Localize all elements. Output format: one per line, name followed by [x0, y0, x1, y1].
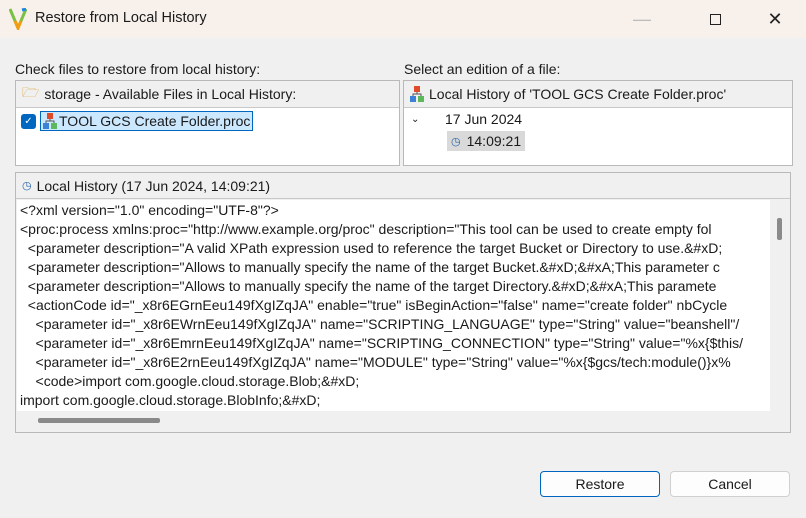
code-line: <parameter id="_x8r6EmrnEeu149fXgIZqJA" …: [20, 335, 744, 351]
horizontal-scrollbar[interactable]: [17, 412, 770, 430]
restore-button[interactable]: Restore: [540, 471, 660, 497]
editions-tree-header-label: Local History of 'TOOL GCS Create Folder…: [429, 86, 727, 102]
maximize-icon: [709, 13, 721, 25]
process-file-icon: [410, 86, 424, 102]
close-button[interactable]: ✕: [752, 0, 798, 38]
code-line: <actionCode id="_x8r6EGrnEeu149fXgIZqJA"…: [20, 297, 728, 313]
horizontal-scroll-thumb[interactable]: [38, 418, 160, 423]
clock-icon: ◷: [451, 135, 461, 148]
files-tree-header: 🗁 storage - Available Files in Local His…: [16, 81, 399, 108]
folder-open-icon: 🗁: [22, 84, 40, 100]
files-tree-header-label: storage - Available Files in Local Histo…: [44, 86, 297, 102]
file-item[interactable]: ✓ TOOL GCS Create Folder.proc: [21, 111, 254, 131]
date-label: 17 Jun 2024: [445, 111, 523, 127]
files-label: Check files to restore from local histor…: [15, 61, 261, 77]
preview-panel: ◷ Local History (17 Jun 2024, 14:09:21) …: [15, 172, 791, 433]
preview-header: ◷ Local History (17 Jun 2024, 14:09:21): [16, 173, 790, 199]
process-file-icon: [43, 113, 57, 129]
edition-time: 14:09:21: [466, 133, 522, 149]
minimize-button[interactable]: —: [619, 0, 665, 38]
code-line: <parameter id="_x8r6E2rnEeu149fXgIZqJA" …: [20, 354, 731, 370]
clock-icon: ◷: [22, 180, 32, 192]
code-line: <proc:process xmlns:proc="http://www.exa…: [20, 221, 712, 237]
vertical-scrollbar[interactable]: [771, 200, 789, 411]
editions-label: Select an edition of a file:: [404, 61, 561, 77]
code-line: import com.google.cloud.storage.BlobInfo…: [20, 392, 321, 408]
cancel-button[interactable]: Cancel: [670, 471, 790, 497]
close-icon: ✕: [767, 8, 783, 29]
code-line: <parameter description="Allows to manual…: [20, 259, 720, 275]
preview-header-label: Local History (17 Jun 2024, 14:09:21): [36, 177, 271, 194]
file-name: TOOL GCS Create Folder.proc: [59, 113, 251, 129]
editions-tree-header: Local History of 'TOOL GCS Create Folder…: [404, 81, 792, 108]
title-bar: Restore from Local History — ✕: [0, 0, 806, 38]
app-logo-icon: [9, 8, 27, 30]
edition-item[interactable]: ◷ 14:09:21: [447, 131, 526, 151]
editions-tree: Local History of 'TOOL GCS Create Folder…: [403, 80, 793, 166]
window-title: Restore from Local History: [35, 10, 207, 26]
code-line: <parameter description="Allows to manual…: [20, 278, 717, 294]
vertical-scroll-thumb[interactable]: [777, 218, 782, 240]
files-tree: 🗁 storage - Available Files in Local His…: [15, 80, 400, 166]
code-line: <code>import com.google.cloud.storage.Bl…: [20, 373, 360, 389]
code-line: <parameter id="_x8r6EWrnEeu149fXgIZqJA" …: [20, 316, 740, 332]
date-node[interactable]: ⌄ 17 Jun 2024: [411, 111, 522, 127]
maximize-button[interactable]: [692, 0, 738, 38]
code-line: <?xml version="1.0" encoding="UTF-8"?>: [20, 202, 279, 218]
chevron-down-icon[interactable]: ⌄: [411, 114, 441, 125]
checkbox-checked-icon[interactable]: ✓: [21, 113, 36, 129]
code-line: <parameter description="A valid XPath ex…: [20, 240, 723, 256]
preview-text[interactable]: <?xml version="1.0" encoding="UTF-8"?> <…: [17, 200, 770, 411]
